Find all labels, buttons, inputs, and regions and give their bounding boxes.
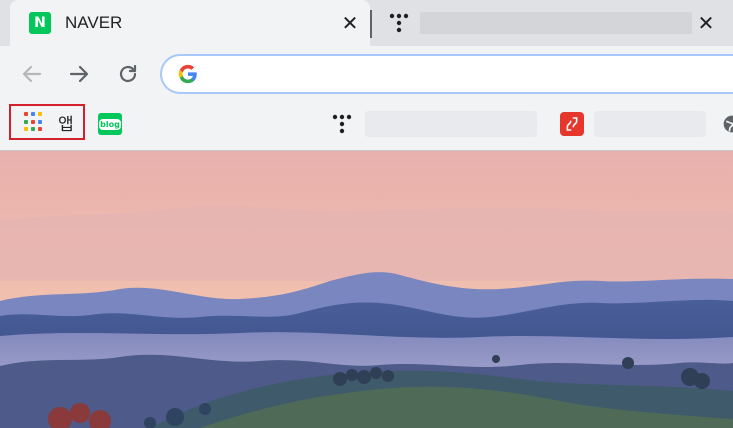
tab-second[interactable]: ✕ (372, 0, 733, 46)
forward-arrow-icon (69, 65, 89, 83)
tab-title-redacted (420, 12, 692, 34)
landscape-background-image (0, 151, 733, 428)
apps-shortcut[interactable]: 앱 (9, 104, 85, 140)
bookmark-label-redacted[interactable] (365, 111, 537, 137)
new-tab-background (0, 151, 733, 428)
reload-icon (119, 64, 137, 83)
naver-favicon-icon: N (29, 12, 51, 34)
dots-favicon-icon (389, 13, 409, 33)
browser-toolbar (0, 46, 733, 102)
dots-bookmark-icon[interactable] (330, 112, 354, 136)
app-glyph-icon (566, 117, 578, 131)
bookmark-label-redacted[interactable] (594, 111, 706, 137)
red-app-bookmark-icon[interactable] (560, 112, 584, 136)
blog-text: blog (99, 118, 121, 130)
naver-blog-icon[interactable]: blog (98, 113, 122, 135)
apps-grid-icon (24, 112, 44, 132)
close-tab-icon[interactable]: ✕ (339, 11, 361, 35)
bookmarks-bar: 앱 blog (0, 102, 733, 151)
apps-label: 앱 (58, 114, 74, 135)
forward-button[interactable] (63, 58, 95, 90)
google-g-icon (178, 64, 197, 84)
tab-naver[interactable]: N NAVER ✕ (10, 0, 370, 46)
tab-strip: N NAVER ✕ ✕ (0, 0, 733, 46)
address-bar[interactable] (160, 54, 733, 94)
globe-icon[interactable] (722, 114, 733, 134)
back-arrow-icon (22, 65, 42, 83)
reload-button[interactable] (112, 58, 144, 90)
close-tab-icon[interactable]: ✕ (695, 11, 717, 35)
back-button[interactable] (16, 58, 48, 90)
tab-title: NAVER (65, 13, 123, 32)
